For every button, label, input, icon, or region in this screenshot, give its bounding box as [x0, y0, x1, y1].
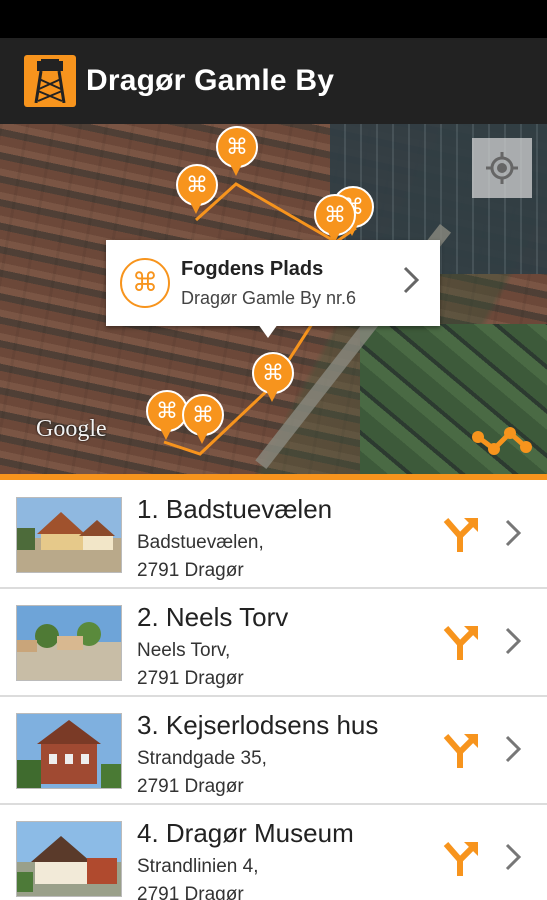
- list-item[interactable]: 2. Neels Torv Neels Torv, 2791 Dragør: [0, 588, 547, 697]
- list-item-title: 1. Badstuevælen: [137, 494, 333, 524]
- sight-thumbnail: [16, 713, 122, 789]
- list-item-title: 3. Kejserlodsens hus: [137, 710, 379, 740]
- chevron-right-icon: [403, 266, 420, 294]
- list-item-address: Neels Torv,: [137, 640, 231, 661]
- my-location-icon: [486, 152, 518, 184]
- map-marker[interactable]: ⌘: [182, 394, 224, 446]
- app-title: Dragør Gamle By: [86, 64, 335, 97]
- list-item-postcode: 2791 Dragør: [137, 776, 244, 797]
- action-bar: Dragør Gamle By: [0, 38, 547, 124]
- sight-thumbnail: [16, 605, 122, 681]
- list-item-postcode: 2791 Dragør: [137, 884, 244, 900]
- chevron-right-icon[interactable]: [504, 842, 522, 872]
- list-item-title: 2. Neels Torv: [137, 602, 289, 632]
- chevron-right-icon[interactable]: [504, 626, 522, 656]
- info-window-title: Fogdens Plads: [181, 258, 324, 280]
- sights-list[interactable]: 1. Badstuevælen Badstuevælen, 2791 Dragø…: [0, 480, 547, 900]
- directions-icon[interactable]: [440, 622, 480, 662]
- info-window-subtitle: Dragør Gamle By nr.6: [181, 288, 357, 308]
- directions-icon[interactable]: [440, 514, 480, 554]
- sight-thumbnail: [16, 497, 122, 573]
- list-item[interactable]: 3. Kejserlodsens hus Strandgade 35, 2791…: [0, 696, 547, 805]
- my-location-button[interactable]: [472, 138, 532, 198]
- map-marker[interactable]: ⌘: [216, 126, 258, 178]
- map-marker[interactable]: ⌘: [146, 390, 188, 442]
- chevron-right-icon[interactable]: [504, 734, 522, 764]
- command-icon: ⌘: [120, 258, 170, 308]
- watchtower-icon[interactable]: [24, 55, 76, 107]
- route-icon[interactable]: [470, 419, 534, 459]
- list-item-postcode: 2791 Dragør: [137, 668, 244, 689]
- map-view[interactable]: ⌘ ⌘ ⌘ ⌘ ⌘ ⌘ ⌘ ⌘ Fogdens Plads Dragør Gam…: [0, 124, 547, 474]
- list-item[interactable]: 4. Dragør Museum Strandlinien 4, 2791 Dr…: [0, 804, 547, 900]
- info-window-pointer: [258, 324, 278, 338]
- sight-thumbnail: [16, 821, 122, 897]
- status-bar: [0, 0, 547, 38]
- directions-icon[interactable]: [440, 730, 480, 770]
- google-attribution: Google: [36, 416, 107, 442]
- list-item-address: Strandgade 35,: [137, 748, 267, 769]
- directions-icon[interactable]: [440, 838, 480, 878]
- list-item-address: Badstuevælen,: [137, 532, 264, 553]
- map-marker[interactable]: ⌘: [252, 352, 294, 404]
- list-item[interactable]: 1. Badstuevælen Badstuevælen, 2791 Dragø…: [0, 480, 547, 589]
- map-marker[interactable]: ⌘: [314, 194, 356, 246]
- map-info-window[interactable]: ⌘ Fogdens Plads Dragør Gamle By nr.6: [106, 240, 440, 326]
- map-marker[interactable]: ⌘: [176, 164, 218, 216]
- list-item-address: Strandlinien 4,: [137, 856, 259, 877]
- list-item-title: 4. Dragør Museum: [137, 818, 354, 848]
- list-item-postcode: 2791 Dragør: [137, 560, 244, 581]
- chevron-right-icon[interactable]: [504, 518, 522, 548]
